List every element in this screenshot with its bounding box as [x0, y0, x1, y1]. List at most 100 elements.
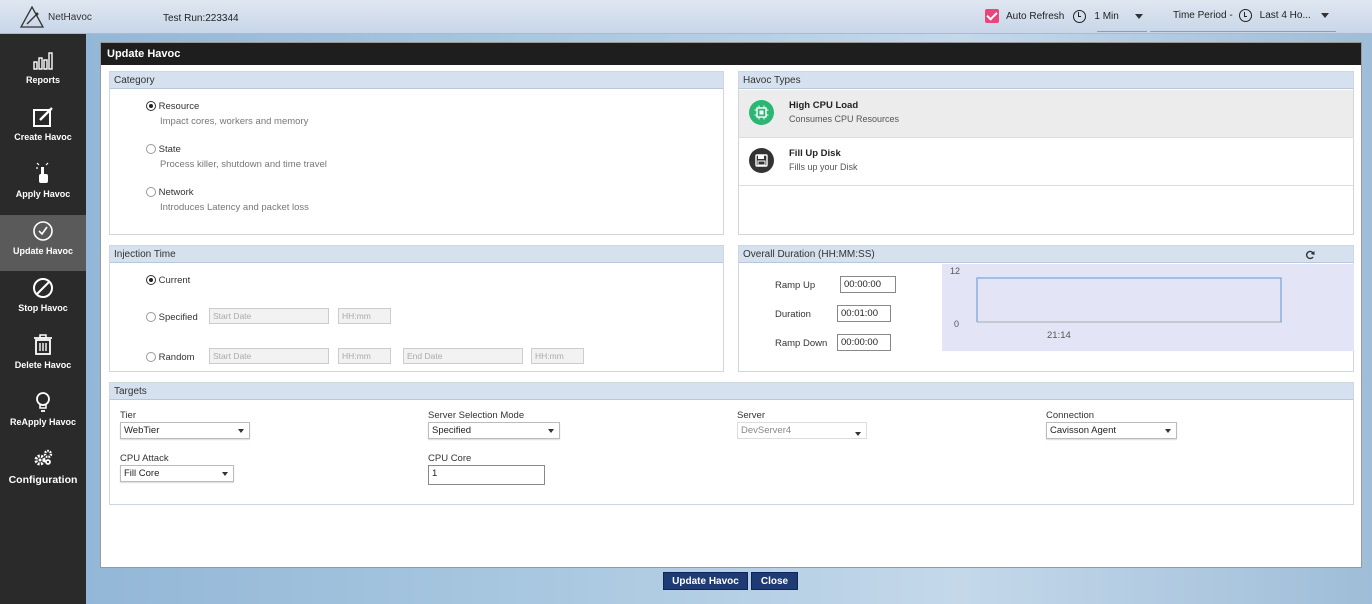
- random-start-date-input[interactable]: Start Date: [209, 348, 329, 364]
- floppy-disk-icon: [749, 148, 774, 173]
- havoc-types-title: Havoc Types: [739, 72, 1353, 89]
- dialog-title: Update Havoc: [101, 43, 1361, 65]
- top-bar: NetHavoc Test Run:223344 Auto Refresh 1 …: [0, 0, 1372, 34]
- random-end-time-input[interactable]: HH:mm: [531, 348, 584, 364]
- cpu-core-label: CPU Core: [428, 453, 472, 464]
- chevron-down-icon: [855, 432, 861, 436]
- sidebar-item-apply-havoc[interactable]: Apply Havoc: [0, 162, 86, 218]
- category-resource-desc: Impact cores, workers and memory: [160, 116, 309, 127]
- ramp-down-input[interactable]: 00:00:00: [837, 334, 891, 351]
- sidebar-item-configuration[interactable]: Configuration: [0, 447, 86, 503]
- ramp-up-label: Ramp Up: [775, 280, 816, 291]
- time-period-select[interactable]: Last 4 Ho...: [1260, 10, 1311, 21]
- tier-label: Tier: [120, 410, 137, 421]
- sidebar-item-update-havoc[interactable]: Update Havoc: [0, 215, 86, 271]
- sidebar-item-reports[interactable]: Reports: [0, 48, 86, 104]
- server-mode-label: Server Selection Mode: [428, 410, 525, 421]
- radio-unselected[interactable]: [146, 352, 156, 363]
- logo-text: NetHavoc: [48, 11, 92, 23]
- time-period-underline: [1150, 31, 1336, 32]
- havoc-type-fill-up-disk[interactable]: Fill Up Disk Fills up your Disk: [739, 138, 1353, 186]
- category-state-label: State: [158, 144, 181, 155]
- targets-panel: Targets Tier WebTier Server Selection Mo…: [109, 382, 1354, 505]
- cpu-attack-select[interactable]: Fill Core: [120, 465, 234, 482]
- chevron-down-icon[interactable]: [1134, 13, 1143, 19]
- random-start-time-input[interactable]: HH:mm: [338, 348, 391, 364]
- havoc-type-desc: Consumes CPU Resources: [789, 114, 900, 124]
- refresh-interval-underline: [1097, 31, 1147, 32]
- targets-title: Targets: [110, 383, 1353, 400]
- injection-specified-radio[interactable]: Specified: [146, 312, 198, 323]
- update-havoc-button[interactable]: Update Havoc: [663, 572, 748, 590]
- clock-icon: [1073, 9, 1087, 23]
- close-button[interactable]: Close: [751, 572, 798, 590]
- app-logo[interactable]: NetHavoc: [20, 5, 92, 29]
- injection-random-radio[interactable]: Random: [146, 352, 195, 363]
- tier-select[interactable]: WebTier: [120, 422, 250, 439]
- sidebar-item-label: Delete Havoc: [14, 360, 72, 370]
- specified-time-input[interactable]: HH:mm: [338, 308, 391, 324]
- chart-x-tick-label: 21:14: [1047, 330, 1071, 341]
- ramp-down-label: Ramp Down: [775, 338, 828, 349]
- radio-selected[interactable]: [146, 101, 156, 112]
- cpu-icon: [749, 100, 774, 125]
- sidebar-item-stop-havoc[interactable]: Stop Havoc: [0, 276, 86, 332]
- chevron-down-icon[interactable]: [1320, 13, 1329, 18]
- radio-selected[interactable]: [146, 275, 156, 286]
- update-havoc-dialog: Update Havoc Category Resource Impact co…: [100, 42, 1362, 568]
- server-label: Server: [737, 410, 765, 421]
- sidebar-item-create-havoc[interactable]: Create Havoc: [0, 105, 86, 161]
- havoc-types-panel: Havoc Types High CPU Load Consumes CPU R…: [738, 71, 1354, 235]
- server-mode-select[interactable]: Specified: [428, 422, 560, 439]
- havoc-type-title: Fill Up Disk: [789, 148, 841, 159]
- category-network-desc: Introduces Latency and packet loss: [160, 202, 309, 213]
- trash-icon: [34, 334, 52, 355]
- duration-chart: 12 0 21:14: [942, 264, 1354, 351]
- category-panel: Category Resource Impact cores, workers …: [109, 71, 724, 235]
- ramp-up-input[interactable]: 00:00:00: [840, 276, 896, 293]
- injection-time-panel: Injection Time Current Specified Start D…: [109, 245, 724, 372]
- connection-select[interactable]: Cavisson Agent: [1046, 422, 1177, 439]
- sidebar-item-label: Create Havoc: [14, 132, 72, 142]
- category-network-radio[interactable]: Network: [146, 187, 193, 198]
- hand-pointer-icon: [36, 162, 49, 183]
- specified-start-date-input[interactable]: Start Date: [209, 308, 329, 324]
- injection-random-label: Random: [158, 352, 195, 363]
- sidebar-item-reapply-havoc[interactable]: ReApply Havoc: [0, 390, 86, 446]
- havoc-type-high-cpu[interactable]: High CPU Load Consumes CPU Resources: [739, 90, 1353, 138]
- chevron-down-icon: [222, 472, 228, 476]
- category-state-radio[interactable]: State: [146, 144, 181, 155]
- refresh-icon[interactable]: [1305, 250, 1315, 260]
- sidebar-item-label: Update Havoc: [12, 246, 74, 256]
- stop-icon: [33, 278, 53, 298]
- category-resource-radio[interactable]: Resource: [146, 101, 199, 112]
- bulb-icon: [36, 392, 50, 412]
- server-select[interactable]: DevServer4: [737, 422, 867, 439]
- duration-label: Duration: [775, 309, 811, 320]
- sidebar-item-label: Apply Havoc: [15, 189, 71, 199]
- sidebar-item-label: Stop Havoc: [18, 303, 68, 313]
- overall-duration-title: Overall Duration (HH:MM:SS): [739, 246, 1353, 263]
- chevron-down-icon: [238, 429, 244, 433]
- sidebar-item-delete-havoc[interactable]: Delete Havoc: [0, 333, 86, 389]
- radio-unselected[interactable]: [146, 312, 156, 323]
- injection-specified-label: Specified: [158, 312, 198, 323]
- radio-unselected[interactable]: [146, 187, 156, 198]
- time-period-label: Time Period -: [1173, 10, 1233, 21]
- overall-duration-panel: Overall Duration (HH:MM:SS) Ramp Up 00:0…: [738, 245, 1354, 372]
- cpu-core-input[interactable]: 1: [428, 465, 545, 485]
- refresh-interval-select[interactable]: 1 Min: [1094, 11, 1118, 22]
- radio-unselected[interactable]: [146, 144, 156, 155]
- random-end-date-input[interactable]: End Date: [403, 348, 523, 364]
- injection-current-radio[interactable]: Current: [146, 275, 190, 286]
- category-title: Category: [110, 72, 723, 89]
- category-resource-label: Resource: [158, 101, 200, 112]
- connection-label: Connection: [1046, 410, 1095, 421]
- sidebar-item-label: Configuration: [8, 474, 78, 486]
- havoc-type-title: High CPU Load: [789, 100, 859, 111]
- auto-refresh-checkbox[interactable]: [985, 9, 999, 23]
- auto-refresh-label: Auto Refresh: [1006, 10, 1065, 22]
- duration-input[interactable]: 00:01:00: [837, 305, 891, 322]
- edit-icon: [33, 107, 53, 127]
- sidebar: Reports Create Havoc Apply Havoc Update …: [0, 34, 86, 604]
